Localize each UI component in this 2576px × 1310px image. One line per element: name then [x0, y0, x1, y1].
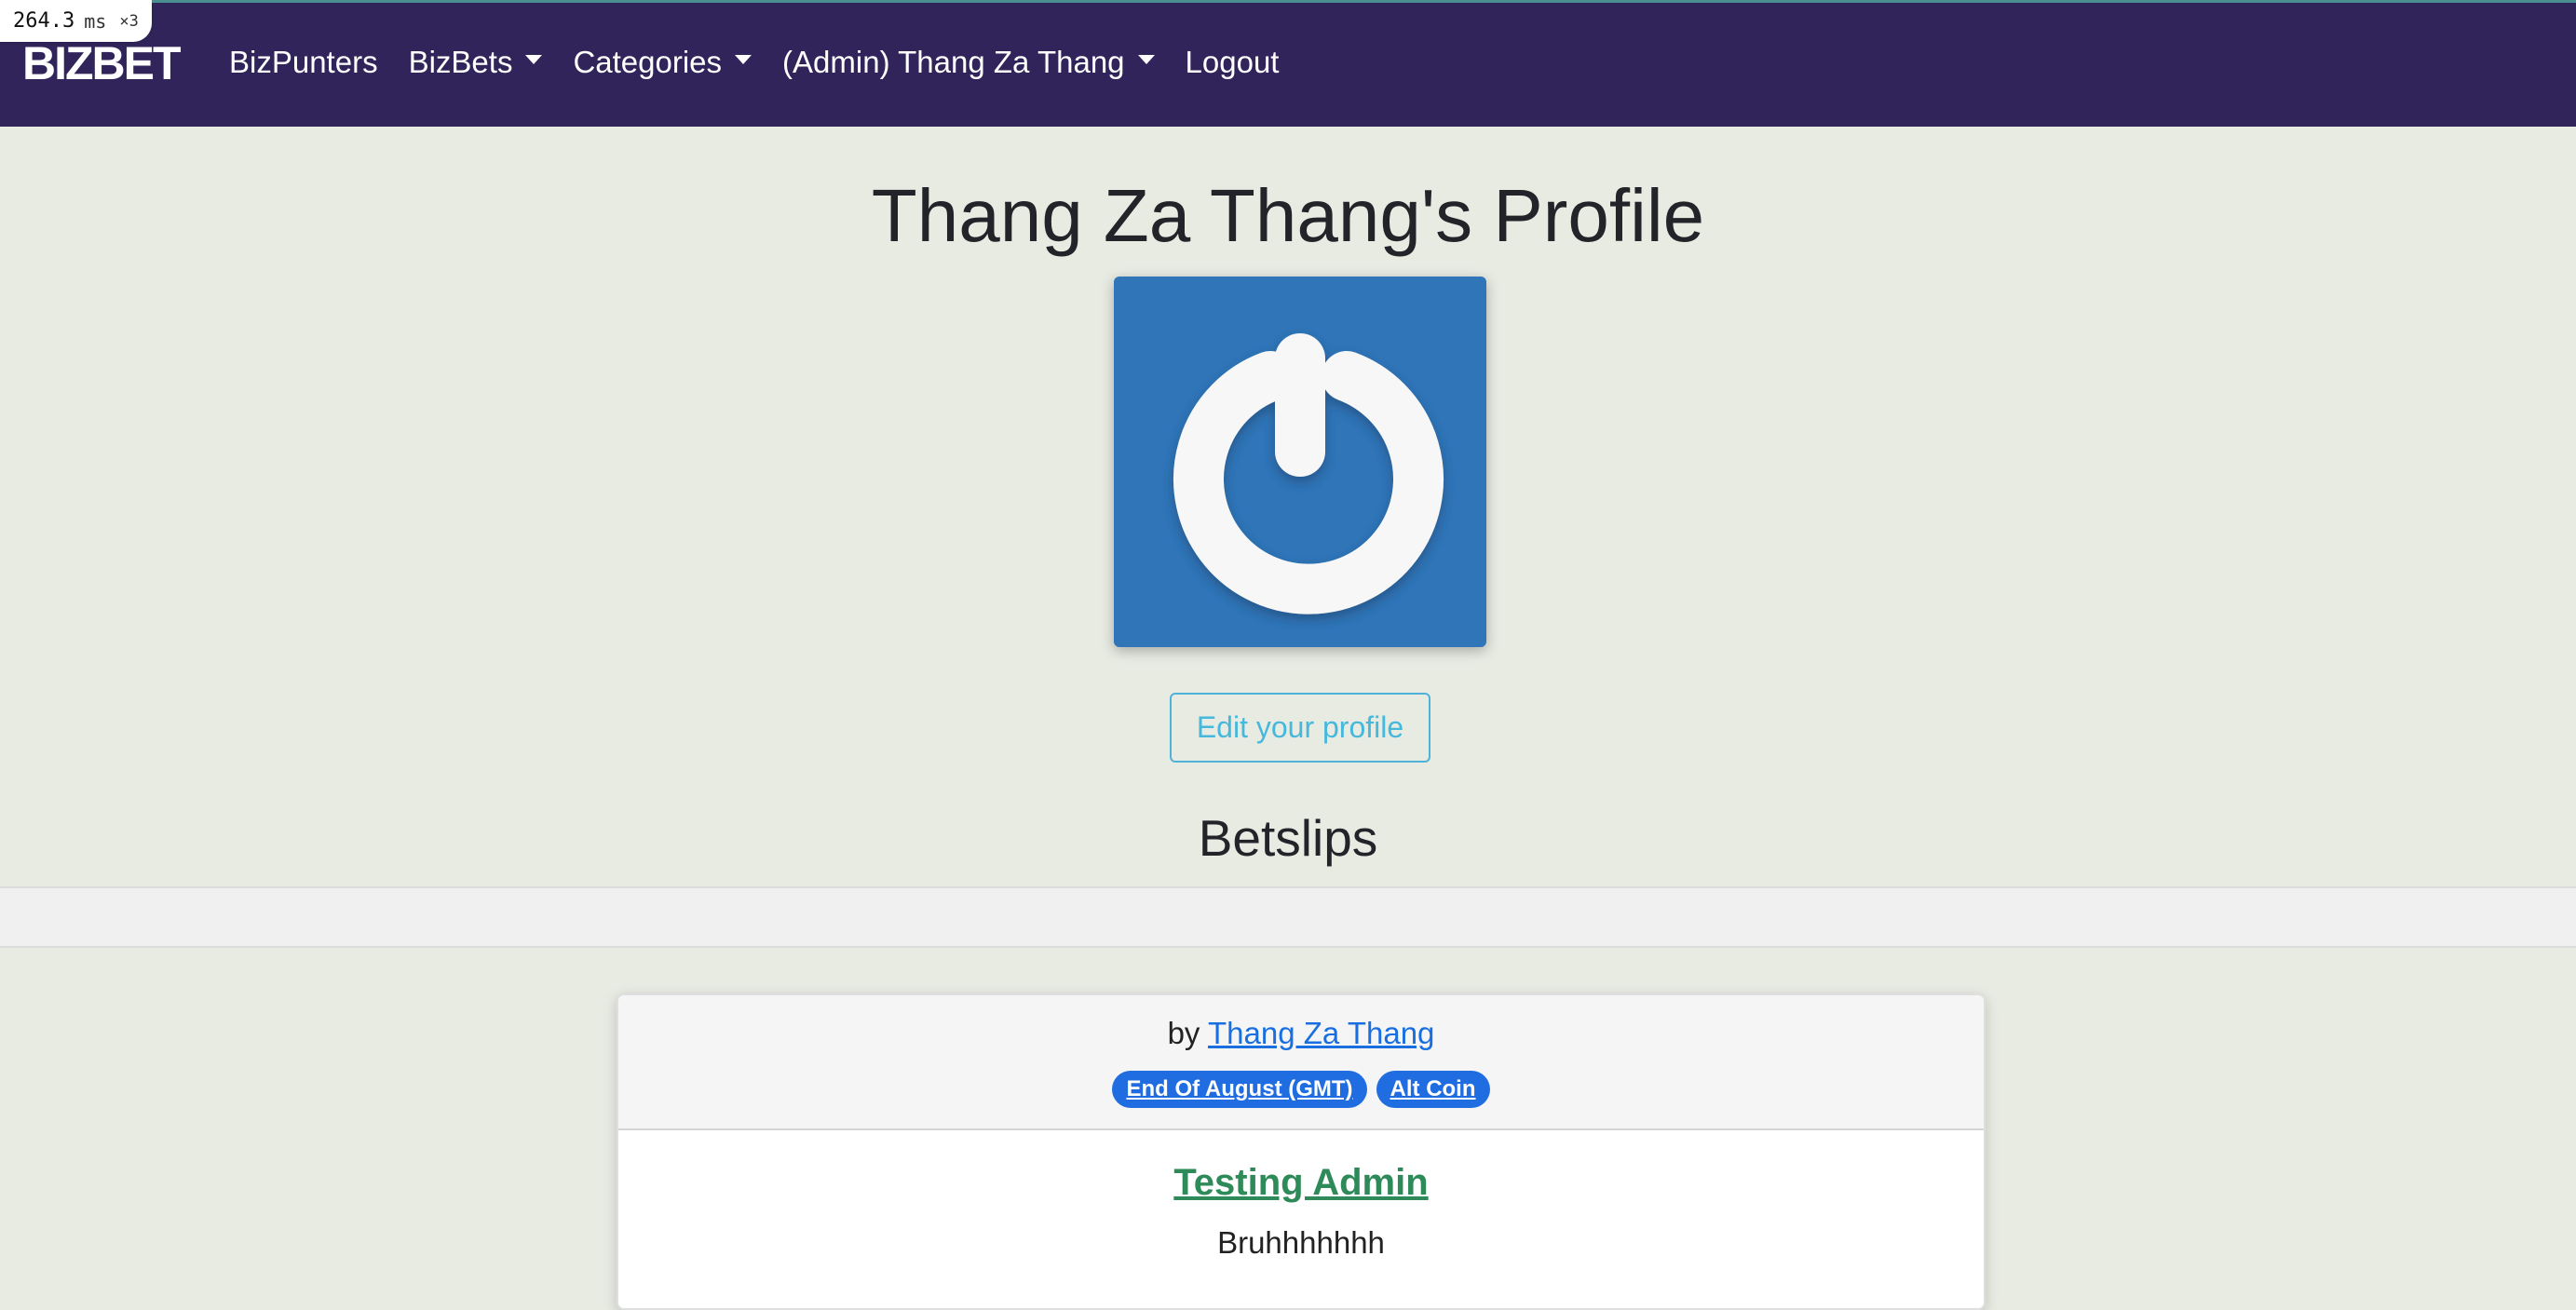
- nav-item-bizbets[interactable]: BizBets: [409, 47, 543, 77]
- caret-down-icon: [735, 54, 752, 64]
- nav-menu: BizPunters BizBets Categories (Admin) Th…: [229, 47, 1309, 77]
- betslip-text: Bruhhhhhhh: [1217, 1225, 1385, 1260]
- tag-badge-end-of-august[interactable]: End Of August (GMT): [1112, 1071, 1367, 1108]
- betslips-heading: Betslips: [1198, 809, 1378, 867]
- nav-item-label: (Admin) Thang Za Thang: [782, 45, 1125, 79]
- betslips-filter-strip: [0, 886, 2576, 948]
- nav-item-admin-user[interactable]: (Admin) Thang Za Thang: [782, 45, 1155, 79]
- nav-item-label: Logout: [1185, 45, 1280, 79]
- performance-overlay: 264.3 ms ×3: [0, 0, 152, 42]
- byline-prefix: by: [1167, 1016, 1200, 1050]
- edit-profile-button[interactable]: Edit your profile: [1170, 693, 1430, 763]
- nav-item-label: Categories: [573, 45, 723, 79]
- caret-down-icon: [525, 54, 543, 64]
- betslip-card-header: by Thang Za Thang End Of August (GMT) Al…: [618, 995, 1984, 1130]
- perf-unit: ms: [84, 9, 107, 33]
- power-swirl-icon: [1173, 333, 1444, 614]
- tag-list: End Of August (GMT) Alt Coin: [618, 1071, 1984, 1108]
- perf-value: 264.3: [13, 9, 75, 33]
- byline: by Thang Za Thang: [618, 995, 1984, 1048]
- top-navbar: BIZBET BizPunters BizBets Categories (Ad…: [0, 3, 2576, 127]
- nav-item-categories[interactable]: Categories: [573, 47, 752, 77]
- author-link[interactable]: Thang Za Thang: [1208, 1016, 1434, 1050]
- tag-badge-alt-coin[interactable]: Alt Coin: [1376, 1071, 1490, 1108]
- nav-item-bizpunters[interactable]: BizPunters: [229, 47, 378, 77]
- avatar: [1114, 277, 1486, 647]
- betslip-title-link[interactable]: Testing Admin: [618, 1164, 1984, 1201]
- page-title: Thang Za Thang's Profile: [871, 174, 1705, 257]
- perf-multiplier: ×3: [119, 11, 139, 31]
- nav-item-label: BizPunters: [229, 45, 378, 79]
- brand-logo[interactable]: BIZBET: [22, 40, 182, 87]
- betslip-card: by Thang Za Thang End Of August (GMT) Al…: [617, 993, 1986, 1310]
- nav-item-logout[interactable]: Logout: [1186, 47, 1280, 77]
- nav-item-label: BizBets: [408, 45, 513, 79]
- caret-down-icon: [1137, 54, 1155, 64]
